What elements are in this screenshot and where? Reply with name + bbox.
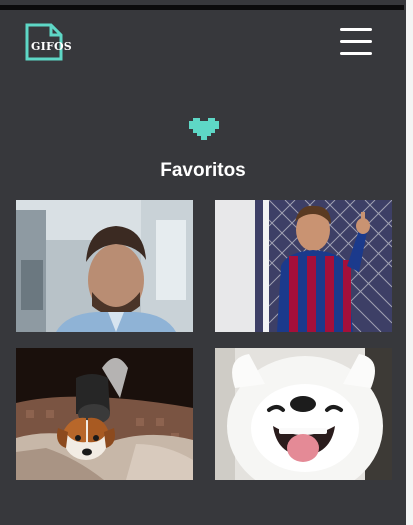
page-title: Favoritos [160, 160, 246, 181]
gif-card-soccer-player[interactable] [215, 200, 392, 332]
logo-text: GIFOS [31, 40, 72, 53]
scroll-edge [406, 0, 413, 525]
gif-card-man-in-office[interactable] [16, 200, 193, 332]
app-screen: GIFOS Favoritos [0, 0, 413, 525]
gif-image [215, 348, 392, 480]
gif-card-puppy[interactable] [16, 348, 193, 480]
gif-image [215, 200, 392, 332]
gif-image [16, 348, 193, 480]
heart-icon [189, 118, 219, 140]
gif-card-white-dog[interactable] [215, 348, 392, 480]
gifos-logo[interactable]: GIFOS [25, 23, 72, 61]
hamburger-menu-icon[interactable] [340, 26, 374, 58]
top-border [0, 5, 404, 10]
gif-image [16, 200, 193, 332]
